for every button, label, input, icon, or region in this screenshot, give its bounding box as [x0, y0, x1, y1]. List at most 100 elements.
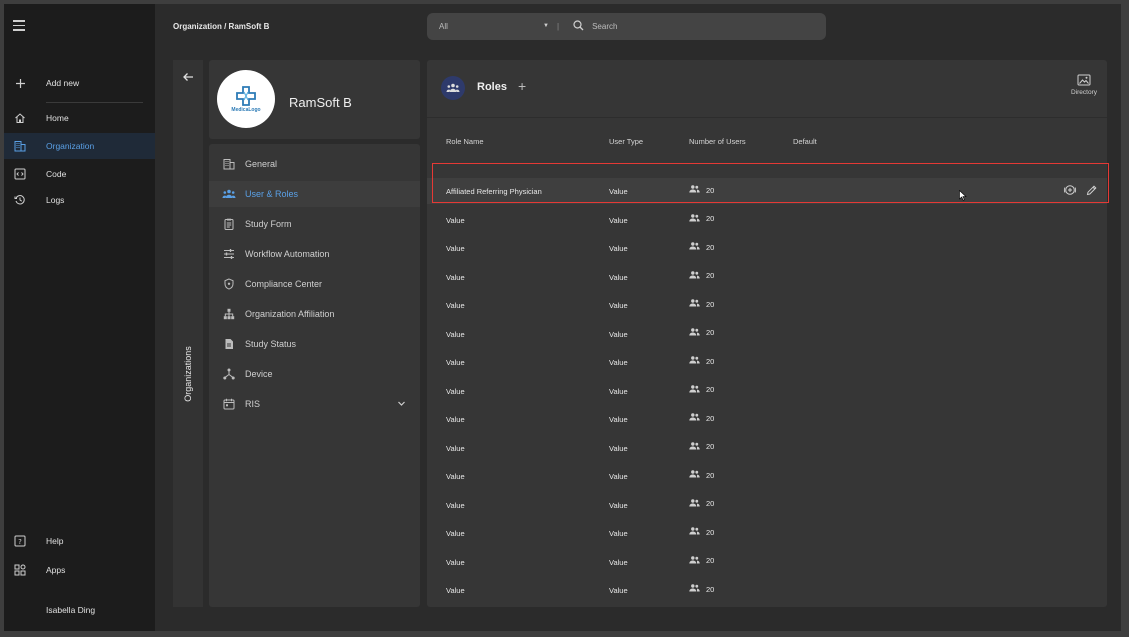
- search-bar: All ▼ |: [427, 13, 826, 40]
- help-label: Help: [46, 536, 64, 546]
- users-icon: [689, 527, 700, 537]
- menu-item-study-status[interactable]: Study Status: [209, 331, 420, 357]
- user-count-value: 20: [706, 527, 715, 537]
- nav-item-home[interactable]: Home: [4, 105, 155, 131]
- clipboard-icon: [222, 217, 236, 231]
- search-icon[interactable]: [573, 18, 584, 36]
- user-count-cell: 20: [689, 356, 714, 366]
- nav-item-organization[interactable]: Organization: [4, 133, 155, 159]
- role-name-cell: Value: [446, 586, 465, 595]
- building-icon: [222, 157, 236, 171]
- role-name-cell: Value: [446, 472, 465, 481]
- users-icon: [689, 413, 700, 423]
- table-row[interactable]: Value Value 20: [427, 349, 1107, 375]
- user-type-cell: Value: [609, 472, 628, 481]
- menu-item-label: General: [245, 159, 278, 169]
- table-row[interactable]: Value Value 20: [427, 577, 1107, 603]
- apps-button[interactable]: Apps: [4, 557, 155, 583]
- user-count-cell: 20: [689, 555, 714, 566]
- search-divider: |: [557, 22, 560, 31]
- user-count-cell: 20: [689, 527, 714, 537]
- roles-title: Roles: [477, 81, 507, 93]
- mouse-cursor-icon: [959, 188, 967, 206]
- help-button[interactable]: ? Help: [4, 528, 155, 554]
- menu-item-label: Organization Affiliation: [245, 309, 335, 319]
- users-icon: [689, 441, 700, 452]
- user-count-value: 20: [706, 356, 715, 366]
- role-name-cell: Value: [446, 358, 465, 367]
- menu-item-workflow-automation[interactable]: Workflow Automation: [209, 241, 420, 267]
- user-type-cell: Value: [609, 415, 628, 424]
- table-row[interactable]: Value Value 20: [427, 492, 1107, 518]
- table-row[interactable]: Value Value 20: [427, 292, 1107, 318]
- user-count-value: 20: [706, 271, 715, 280]
- settings-menu: General User & Roles Study Form Workflow…: [209, 144, 420, 607]
- menu-item-compliance-center[interactable]: Compliance Center: [209, 271, 420, 297]
- user-type-cell: Value: [609, 329, 628, 339]
- user-type-cell: Value: [609, 557, 628, 567]
- organization-logo: MedicaLogo: [217, 70, 275, 128]
- history-icon: [13, 193, 27, 207]
- chevron-down-icon[interactable]: [397, 399, 406, 410]
- roles-panel: Roles + Directory Role Name User Type Nu…: [427, 60, 1107, 607]
- table-row[interactable]: Value Value 20: [427, 378, 1107, 404]
- organization-icon: [13, 139, 27, 153]
- directory-button[interactable]: Directory: [1069, 74, 1099, 96]
- app-window: Add new Home Organization Code Logs ? He…: [4, 4, 1121, 631]
- menu-item-study-form[interactable]: Study Form: [209, 211, 420, 237]
- role-name-cell: Value: [446, 244, 465, 253]
- back-arrow-icon[interactable]: [182, 70, 194, 88]
- users-icon: [689, 299, 700, 309]
- user-type-cell: Value: [609, 244, 628, 253]
- code-icon: [13, 167, 27, 181]
- nav-item-code[interactable]: Code: [4, 161, 155, 187]
- user-count-cell: 20: [689, 384, 715, 395]
- column-header-role-name[interactable]: Role Name: [446, 137, 484, 146]
- menu-item-organization-affiliation[interactable]: Organization Affiliation: [209, 301, 420, 327]
- search-input[interactable]: [592, 22, 793, 31]
- user-name[interactable]: Isabella Ding: [46, 605, 95, 615]
- table-row[interactable]: Value Value 20: [427, 235, 1107, 261]
- user-count-cell: 20: [689, 242, 714, 252]
- role-name-cell: Value: [446, 215, 465, 225]
- role-name-cell: Value: [446, 386, 465, 396]
- hamburger-menu-icon[interactable]: [13, 20, 25, 32]
- users-icon: [689, 270, 700, 281]
- role-name-cell: Value: [446, 329, 465, 339]
- menu-item-ris[interactable]: RIS: [209, 391, 420, 417]
- search-filter-select[interactable]: All ▼: [439, 22, 549, 31]
- organizations-label: Organizations: [183, 346, 193, 402]
- table-row[interactable]: Value Value 20: [427, 264, 1107, 290]
- apps-icon: [13, 563, 27, 577]
- user-count-value: 20: [706, 242, 715, 252]
- table-row[interactable]: Value Value 20: [427, 406, 1107, 432]
- menu-item-device[interactable]: Device: [209, 361, 420, 387]
- calendar-icon: [222, 397, 236, 411]
- user-count-value: 20: [706, 385, 715, 394]
- users-icon: [689, 470, 700, 480]
- caret-down-icon: ▼: [543, 23, 549, 29]
- role-name-cell: Value: [446, 415, 465, 424]
- user-count-cell: 20: [689, 584, 714, 594]
- add-new-button[interactable]: Add new: [4, 70, 155, 96]
- user-count-cell: 20: [689, 270, 715, 281]
- column-header-default[interactable]: Default: [793, 137, 817, 146]
- roles-group-icon: [441, 76, 465, 100]
- menu-item-general[interactable]: General: [209, 151, 420, 177]
- menu-item-user-roles[interactable]: User & Roles: [209, 181, 420, 207]
- add-role-button[interactable]: +: [518, 79, 526, 93]
- directory-image-icon: [1077, 74, 1091, 86]
- table-row[interactable]: Value Value 20: [427, 321, 1107, 347]
- nav-item-logs[interactable]: Logs: [4, 187, 155, 213]
- table-row[interactable]: Value Value 20: [427, 549, 1107, 575]
- user-count-cell: 20: [689, 413, 714, 423]
- column-header-user-type[interactable]: User Type: [609, 137, 643, 146]
- table-row[interactable]: Value Value 20: [427, 435, 1107, 461]
- table-row[interactable]: Value Value 20: [427, 463, 1107, 489]
- table-row[interactable]: Value Value 20: [427, 207, 1107, 233]
- column-header-number-of-users[interactable]: Number of Users: [689, 137, 746, 146]
- table-row[interactable]: Value Value 20: [427, 520, 1107, 546]
- user-type-cell: Value: [609, 215, 628, 225]
- directory-label: Directory: [1070, 89, 1097, 96]
- menu-item-label: User & Roles: [245, 189, 299, 199]
